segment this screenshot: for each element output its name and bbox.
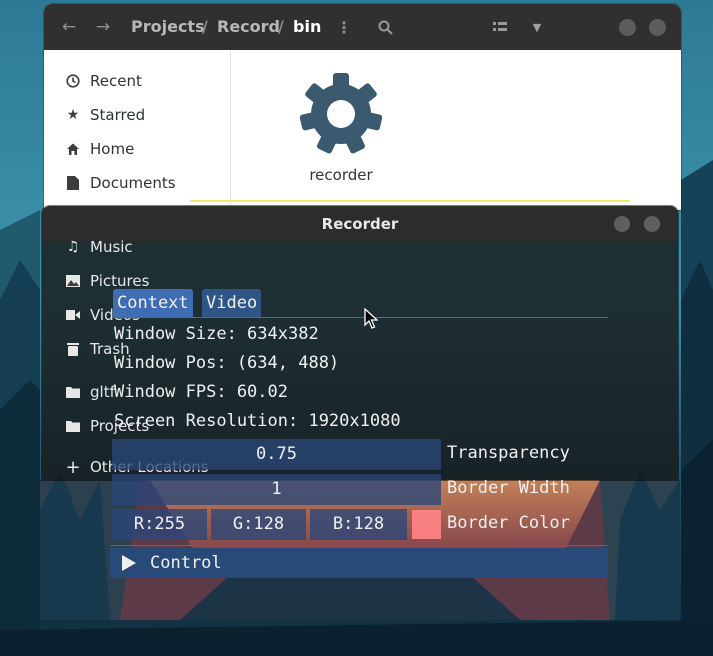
border-width-field[interactable]: 1: [112, 474, 441, 505]
tab-context[interactable]: Context: [113, 289, 193, 317]
section-divider: [110, 545, 608, 546]
triangle-right-icon: [122, 555, 136, 571]
window-pos-text: Window Pos: (634, 488): [114, 353, 340, 373]
border-color-swatch[interactable]: [412, 510, 441, 539]
transparency-label: Transparency: [447, 443, 570, 463]
window-size-text: Window Size: 634x382: [114, 324, 319, 344]
border-color-b-field[interactable]: B:128: [310, 509, 407, 540]
control-collapsing-header[interactable]: Control: [110, 548, 608, 578]
mouse-cursor-icon: [364, 308, 378, 329]
imgui-overlay: Context Video Window Size: 634x382 Windo…: [0, 0, 713, 656]
tab-video[interactable]: Video: [202, 289, 262, 317]
transparency-slider[interactable]: 0.75: [112, 439, 441, 470]
window-fps-text: Window FPS: 60.02: [114, 382, 288, 402]
screen-resolution-text: Screen Resolution: 1920x1080: [114, 411, 401, 431]
border-color-g-field[interactable]: G:128: [211, 509, 306, 540]
control-label: Control: [150, 553, 222, 573]
border-color-label: Border Color: [447, 513, 570, 533]
border-color-r-field[interactable]: R:255: [112, 509, 207, 540]
tab-bar-divider: [112, 317, 608, 318]
border-width-label: Border Width: [447, 478, 570, 498]
